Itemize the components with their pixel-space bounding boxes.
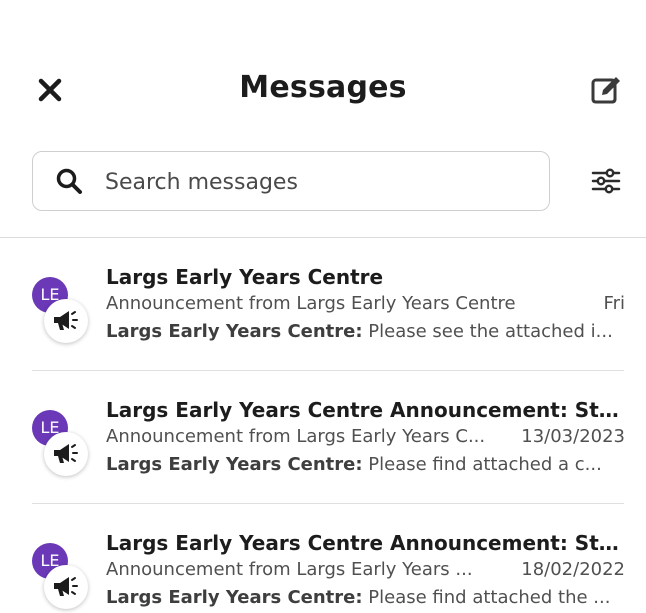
message-preview-text: Please find attached a c... bbox=[368, 454, 602, 475]
message-preview: Largs Early Years Centre: Please see the… bbox=[106, 321, 626, 342]
row-divider bbox=[32, 503, 624, 504]
message-sender: Largs Early Years Centre: bbox=[106, 321, 363, 342]
megaphone-icon bbox=[54, 577, 78, 596]
filter-icon[interactable] bbox=[590, 165, 622, 197]
message-preview-text: Please see the attached i... bbox=[368, 321, 613, 342]
compose-icon[interactable] bbox=[590, 74, 622, 106]
message-sender: Largs Early Years Centre: bbox=[106, 587, 363, 608]
megaphone-badge bbox=[44, 432, 88, 476]
message-title: Largs Early Years Centre bbox=[106, 265, 384, 289]
message-date: Fri bbox=[603, 293, 625, 314]
megaphone-icon bbox=[54, 444, 78, 463]
megaphone-icon bbox=[54, 311, 78, 330]
message-subtitle: Announcement from Largs Early Years C... bbox=[106, 426, 486, 447]
message-preview: Largs Early Years Centre: Please find at… bbox=[106, 454, 626, 475]
message-preview: Largs Early Years Centre: Please find at… bbox=[106, 587, 626, 608]
message-title: Largs Early Years Centre Announcement: S… bbox=[106, 398, 626, 422]
message-preview-text: Please find attached the ... bbox=[368, 587, 611, 608]
message-row[interactable]: LE Largs Early Years Centre Announcement… bbox=[0, 265, 646, 395]
search-bar[interactable] bbox=[32, 151, 550, 211]
megaphone-badge bbox=[44, 565, 88, 609]
message-date: 18/02/2022 bbox=[521, 559, 625, 580]
search-input[interactable] bbox=[103, 161, 527, 203]
header: Messages bbox=[0, 60, 646, 120]
message-date: 13/03/2023 bbox=[521, 426, 625, 447]
divider bbox=[0, 237, 646, 238]
row-divider bbox=[32, 370, 624, 371]
search-icon bbox=[56, 168, 82, 194]
message-row[interactable]: LE Largs Early Years Centre Announcement… bbox=[0, 398, 646, 528]
message-subtitle: Announcement from Largs Early Years ... bbox=[106, 559, 473, 580]
message-subtitle: Announcement from Largs Early Years Cent… bbox=[106, 293, 516, 314]
megaphone-badge bbox=[44, 299, 88, 343]
message-title: Largs Early Years Centre Announcement: S… bbox=[106, 531, 626, 555]
message-row[interactable]: LE Largs Early Years Centre Announcement… bbox=[0, 531, 646, 613]
message-sender: Largs Early Years Centre: bbox=[106, 454, 363, 475]
page-title: Messages bbox=[239, 70, 407, 105]
